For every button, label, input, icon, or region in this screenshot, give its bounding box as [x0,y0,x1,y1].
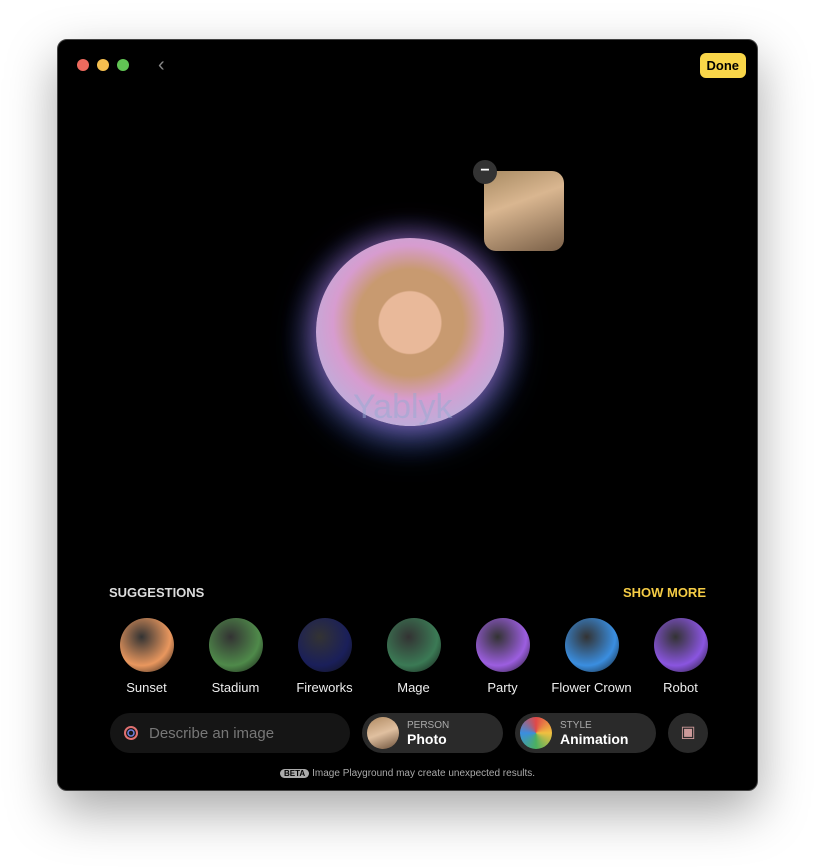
beta-badge: BETA [279,769,310,778]
describe-input[interactable]: Describe an image [110,713,350,753]
suggestion-thumbnail [564,618,619,672]
suggestion-thumbnail [386,618,441,672]
watermark: Yablyk [353,388,453,426]
suggestion-thumbnail [208,618,263,672]
suggestion-flower-crown[interactable]: Flower Crown [547,618,636,697]
suggestion-robot[interactable]: Robot [636,618,725,697]
show-more-button[interactable]: SHOW MORE [623,585,706,600]
image-playground-window: ‹ Done Yablyk − SUGGESTIONS SHOW MORE Su… [57,39,758,791]
person-photo-thumbnail[interactable] [484,171,564,251]
suggestion-party[interactable]: Party [458,618,547,697]
suggestion-sunset[interactable]: Sunset [102,618,191,697]
style-value: Animation [560,730,629,747]
person-caption: PERSON [407,719,450,731]
suggestion-label: Flower Crown [551,680,632,695]
style-icon [520,717,552,749]
suggestion-thumbnail [653,618,708,672]
suggestion-fireworks[interactable]: Fireworks [280,618,369,697]
suggestion-thumbnail [119,618,174,672]
done-button[interactable]: Done [699,53,746,78]
suggestion-label: Fireworks [296,680,353,695]
playground-icon [124,726,138,740]
suggestion-label: Stadium [211,680,260,695]
person-selector[interactable]: PERSON Photo [362,713,503,753]
suggestions-heading: SUGGESTIONS [109,585,205,600]
maximize-button[interactable] [117,59,129,71]
suggestion-thumbnail [297,618,352,672]
chevron-left-icon[interactable]: ‹ [158,54,165,77]
minimize-button[interactable] [97,59,109,71]
remove-person-button[interactable]: − [473,160,497,184]
describe-placeholder: Describe an image [149,724,275,742]
suggestion-stadium[interactable]: Stadium [191,618,280,697]
close-button[interactable] [77,59,89,71]
suggestion-mage[interactable]: Mage [369,618,458,697]
beta-notice: BETA Image Playground may create unexpect… [58,768,757,779]
photo-library-icon[interactable]: ▣ [668,713,708,753]
beta-text: Image Playground may create unexpected r… [312,768,536,779]
suggestion-label: Sunset [126,680,167,695]
suggestion-label: Mage [397,680,430,695]
person-value: Photo [407,730,447,747]
style-selector[interactable]: STYLE Animation [515,713,656,753]
suggestions-list: Sunset Stadium Fireworks Mage Party Flower Cr… [102,618,725,697]
suggestion-label: Robot [663,680,698,695]
person-avatar [367,717,399,749]
suggestion-thumbnail [475,618,530,672]
suggestion-label: Party [487,680,518,695]
style-caption: STYLE [560,719,592,731]
